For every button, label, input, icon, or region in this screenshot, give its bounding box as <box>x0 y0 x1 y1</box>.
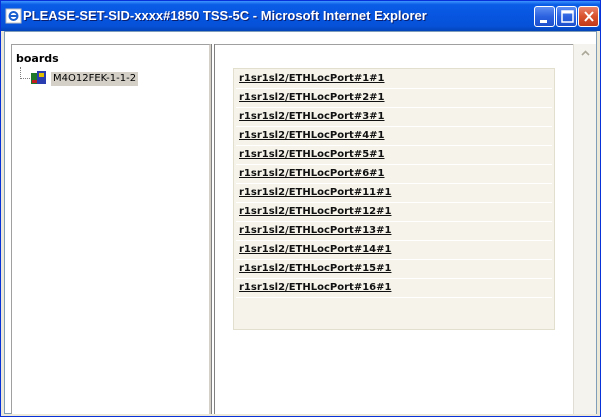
board-icon[interactable] <box>29 69 49 87</box>
internet-explorer-icon <box>5 8 22 24</box>
window-title: PLEASE-SET-SID-xxxx#1850 TSS-5C - Micros… <box>23 8 427 23</box>
tree-item-board[interactable]: M4O12FEK-1-1-2 <box>51 72 139 86</box>
browser-content: boards M4O12FEK-1-1-2 r1sr1sl2/ETHLocPor… <box>4 31 597 414</box>
maximize-icon <box>561 10 574 23</box>
port-link-1[interactable]: r1sr1sl2/ETHLocPort#1#1 <box>239 73 385 84</box>
port-link-4[interactable]: r1sr1sl2/ETHLocPort#4#1 <box>239 130 385 141</box>
chevron-up-icon <box>581 50 590 56</box>
list-item: r1sr1sl2/ETHLocPort#3#1 <box>236 108 552 127</box>
minimize-button[interactable] <box>534 6 555 27</box>
port-link-5[interactable]: r1sr1sl2/ETHLocPort#5#1 <box>239 149 385 160</box>
list-item: r1sr1sl2/ETHLocPort#12#1 <box>236 203 552 222</box>
port-link-2[interactable]: r1sr1sl2/ETHLocPort#2#1 <box>239 92 385 103</box>
port-link-11[interactable]: r1sr1sl2/ETHLocPort#11#1 <box>239 187 391 198</box>
title-bar[interactable]: PLEASE-SET-SID-xxxx#1850 TSS-5C - Micros… <box>1 1 600 31</box>
port-link-6[interactable]: r1sr1sl2/ETHLocPort#6#1 <box>239 168 385 179</box>
port-link-3[interactable]: r1sr1sl2/ETHLocPort#3#1 <box>239 111 385 122</box>
list-item: r1sr1sl2/ETHLocPort#11#1 <box>236 184 552 203</box>
port-link-16[interactable]: r1sr1sl2/ETHLocPort#16#1 <box>239 282 391 293</box>
list-item: r1sr1sl2/ETHLocPort#5#1 <box>236 146 552 165</box>
close-icon <box>584 11 594 22</box>
list-item: r1sr1sl2/ETHLocPort#13#1 <box>236 222 552 241</box>
browser-window: PLEASE-SET-SID-xxxx#1850 TSS-5C - Micros… <box>0 0 601 417</box>
port-list: r1sr1sl2/ETHLocPort#1#1 r1sr1sl2/ETHLocP… <box>233 68 555 330</box>
list-item: r1sr1sl2/ETHLocPort#6#1 <box>236 165 552 184</box>
port-link-12[interactable]: r1sr1sl2/ETHLocPort#12#1 <box>239 206 391 217</box>
boards-frame: boards M4O12FEK-1-1-2 <box>11 44 211 414</box>
minimize-icon <box>540 20 547 23</box>
list-item: r1sr1sl2/ETHLocPort#15#1 <box>236 260 552 279</box>
port-link-13[interactable]: r1sr1sl2/ETHLocPort#13#1 <box>239 225 391 236</box>
list-item: r1sr1sl2/ETHLocPort#14#1 <box>236 241 552 260</box>
close-button[interactable] <box>578 6 599 27</box>
list-item: r1sr1sl2/ETHLocPort#16#1 <box>236 279 552 298</box>
port-link-15[interactable]: r1sr1sl2/ETHLocPort#15#1 <box>239 263 391 274</box>
vertical-scrollbar[interactable] <box>573 44 596 414</box>
boards-heading: boards <box>16 52 59 65</box>
port-link-14[interactable]: r1sr1sl2/ETHLocPort#14#1 <box>239 244 391 255</box>
list-item: r1sr1sl2/ETHLocPort#4#1 <box>236 127 552 146</box>
scroll-up-button[interactable] <box>575 45 596 62</box>
maximize-button[interactable] <box>556 6 577 27</box>
list-item: r1sr1sl2/ETHLocPort#1#1 <box>236 70 552 89</box>
list-item: r1sr1sl2/ETHLocPort#2#1 <box>236 89 552 108</box>
